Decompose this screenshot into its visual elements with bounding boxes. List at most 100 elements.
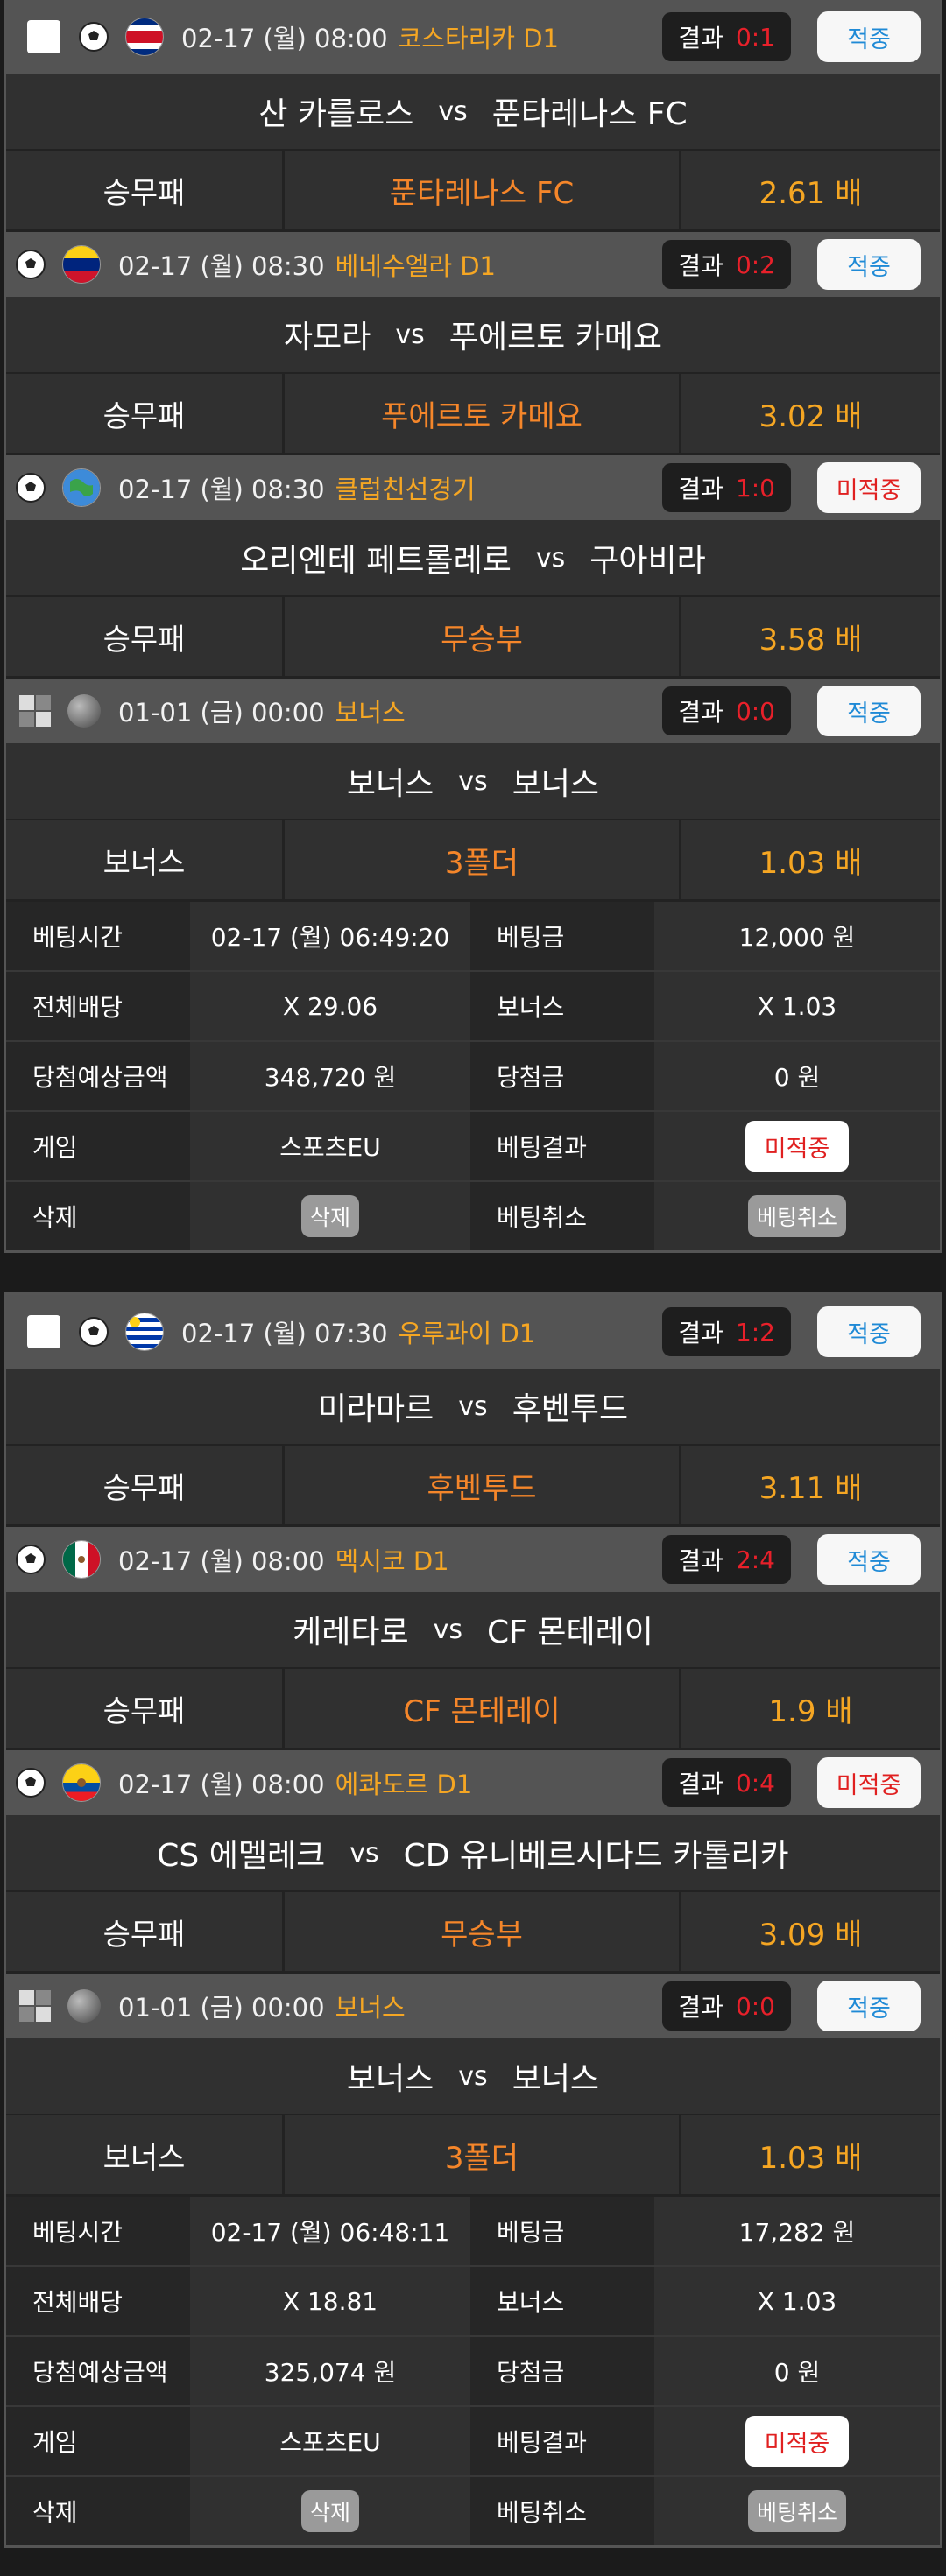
bet-slip: 02-17 (월) 08:00 코스타리카 D1 결과 0:1 적중 산 카를로… bbox=[4, 0, 942, 1253]
summary-row: 게임 스포츠EU 베팅결과 미적중 bbox=[6, 1112, 940, 1182]
bet-amount-label: 베팅금 bbox=[470, 2197, 654, 2265]
match-date: 01-01 (금) 00:00 bbox=[118, 698, 325, 728]
vs-label: vs bbox=[395, 319, 425, 350]
match-header: 01-01 (금) 00:00 보너스 결과 0:0 적중 bbox=[6, 1974, 940, 2038]
match-header: 02-17 (월) 08:30 베네수엘라 D1 결과 0:2 적중 bbox=[6, 232, 940, 297]
teams-row: 오리엔테 페트롤레로 vs 구아비라 bbox=[6, 520, 940, 597]
summary-row: 베팅시간 02-17 (월) 06:48:11 베팅금 17,282 원 bbox=[6, 2197, 940, 2267]
match-date: 01-01 (금) 00:00 bbox=[118, 1993, 325, 2023]
match-header: 02-17 (월) 08:00 멕시코 D1 결과 2:4 적중 bbox=[6, 1527, 940, 1592]
select-checkbox[interactable] bbox=[27, 20, 60, 53]
match-date: 02-17 (월) 08:30 bbox=[118, 251, 325, 281]
bet-row: 보너스 3폴더 1.03 배 bbox=[6, 820, 940, 902]
teams-row: CS 에멜레크 vs CD 유니베르시다드 카톨리카 bbox=[6, 1815, 940, 1892]
result-score: 0:0 bbox=[735, 1991, 775, 2021]
bet-type: 승무패 bbox=[6, 1446, 285, 1524]
home-team: 오리엔테 페트롤레로 bbox=[240, 543, 512, 579]
result-score: 1:0 bbox=[735, 473, 775, 503]
bet-odds: 3.09 배 bbox=[759, 1917, 863, 1953]
match-date: 02-17 (월) 08:00 bbox=[118, 1770, 325, 1799]
bet-time-value: 02-17 (월) 06:48:11 bbox=[190, 2197, 470, 2265]
game-value: 스포츠EU bbox=[190, 2407, 470, 2475]
bet-amount-value: 12,000 원 bbox=[654, 902, 940, 970]
away-team: CF 몬테레이 bbox=[487, 1615, 653, 1650]
bet-result-cell: 미적중 bbox=[654, 2407, 940, 2475]
result-score: 1:2 bbox=[735, 1317, 775, 1347]
soccer-ball-icon bbox=[76, 1314, 111, 1349]
result-label: 결과 bbox=[678, 251, 724, 280]
result-score: 0:4 bbox=[735, 1768, 775, 1798]
bet-type: 승무패 bbox=[6, 374, 285, 453]
bet-type: 승무패 bbox=[6, 597, 285, 676]
soccer-ball-icon bbox=[13, 470, 48, 505]
result-label: 결과 bbox=[678, 1546, 724, 1575]
vs-label: vs bbox=[535, 542, 566, 574]
cancel-bet-button[interactable]: 베팅취소 bbox=[747, 1195, 846, 1237]
cancel-bet-button[interactable]: 베팅취소 bbox=[747, 2490, 846, 2532]
bet-pick: 3폴더 bbox=[285, 820, 681, 899]
bet-odds: 3.02 배 bbox=[759, 398, 863, 434]
vs-label: vs bbox=[458, 765, 488, 797]
ecuador-flag-icon bbox=[62, 1763, 101, 1802]
away-team: 보너스 bbox=[512, 2061, 600, 2097]
vs-label: vs bbox=[438, 95, 468, 127]
bet-type: 승무패 bbox=[6, 1892, 285, 1971]
teams-row: 보너스 vs 보너스 bbox=[6, 2038, 940, 2115]
result-score: 0:0 bbox=[735, 696, 775, 726]
vs-label: vs bbox=[349, 1837, 379, 1869]
league-name: 클럽친선경기 bbox=[335, 475, 476, 504]
match-status-badge: 적중 bbox=[817, 686, 921, 736]
match-header: 02-17 (월) 08:30 클럽친선경기 결과 1:0 미적중 bbox=[6, 455, 940, 520]
teams-row: 케레타로 vs CF 몬테레이 bbox=[6, 1592, 940, 1669]
bet-row: 보너스 3폴더 1.03 배 bbox=[6, 2115, 940, 2197]
slip-summary: 베팅시간 02-17 (월) 06:49:20 베팅금 12,000 원 전체배… bbox=[6, 902, 940, 1250]
costa-rica-flag-icon bbox=[125, 18, 164, 56]
total-odds-label: 전체배당 bbox=[6, 2267, 190, 2335]
match-header: 02-17 (월) 08:00 에콰도르 D1 결과 0:4 미적중 bbox=[6, 1750, 940, 1815]
bonus-ball-icon bbox=[67, 694, 101, 728]
total-odds-label: 전체배당 bbox=[6, 972, 190, 1040]
delete-button[interactable]: 삭제 bbox=[300, 2490, 359, 2532]
delete-button[interactable]: 삭제 bbox=[300, 1195, 359, 1237]
game-label: 게임 bbox=[6, 1112, 190, 1180]
summary-row: 삭제 삭제 베팅취소 베팅취소 bbox=[6, 2477, 940, 2545]
delete-cell: 삭제 bbox=[190, 1182, 470, 1250]
bet-row: 승무패 푸에르토 카메요 3.02 배 bbox=[6, 374, 940, 455]
bet-odds: 2.61 배 bbox=[759, 175, 863, 211]
league-name: 코스타리카 D1 bbox=[398, 24, 559, 53]
away-team: 보너스 bbox=[512, 766, 600, 802]
match-status-badge: 미적중 bbox=[817, 462, 921, 513]
bet-row: 승무패 CF 몬테레이 1.9 배 bbox=[6, 1669, 940, 1750]
bet-pick: 후벤투드 bbox=[285, 1446, 681, 1524]
bonus-label: 보너스 bbox=[470, 2267, 654, 2335]
summary-row: 게임 스포츠EU 베팅결과 미적중 bbox=[6, 2407, 940, 2477]
delete-label: 삭제 bbox=[6, 2477, 190, 2545]
win-amount-value: 0 원 bbox=[654, 2337, 940, 2405]
result-box: 결과 0:0 bbox=[662, 686, 791, 735]
match-date: 02-17 (월) 07:30 bbox=[181, 1319, 388, 1348]
teams-row: 보너스 vs 보너스 bbox=[6, 743, 940, 820]
total-odds-value: X 29.06 bbox=[190, 972, 470, 1040]
expected-win-label: 당첨예상금액 bbox=[6, 1042, 190, 1110]
delete-cell: 삭제 bbox=[190, 2477, 470, 2545]
bet-amount-label: 베팅금 bbox=[470, 902, 654, 970]
bonus-label: 보너스 bbox=[470, 972, 654, 1040]
summary-row: 베팅시간 02-17 (월) 06:49:20 베팅금 12,000 원 bbox=[6, 902, 940, 972]
bet-row: 승무패 무승부 3.09 배 bbox=[6, 1892, 940, 1974]
select-checkbox[interactable] bbox=[27, 1315, 60, 1348]
result-label: 결과 bbox=[678, 1319, 724, 1348]
bonus-dice-icon bbox=[18, 1989, 52, 2023]
home-team: 미라마르 bbox=[317, 1391, 434, 1427]
result-box: 결과 0:4 bbox=[662, 1758, 791, 1807]
uruguay-flag-icon bbox=[125, 1313, 164, 1351]
win-amount-label: 당첨금 bbox=[470, 1042, 654, 1110]
bet-pick: 푼타레나스 FC bbox=[285, 151, 681, 229]
bet-pick: 3폴더 bbox=[285, 2115, 681, 2194]
result-label: 결과 bbox=[678, 24, 724, 53]
away-team: CD 유니베르시다드 카톨리카 bbox=[403, 1838, 789, 1874]
win-amount-value: 0 원 bbox=[654, 1042, 940, 1110]
result-label: 결과 bbox=[678, 698, 724, 727]
bonus-ball-icon bbox=[67, 1989, 101, 2023]
away-team: 푼타레나스 FC bbox=[491, 96, 688, 132]
result-score: 2:4 bbox=[735, 1545, 775, 1574]
